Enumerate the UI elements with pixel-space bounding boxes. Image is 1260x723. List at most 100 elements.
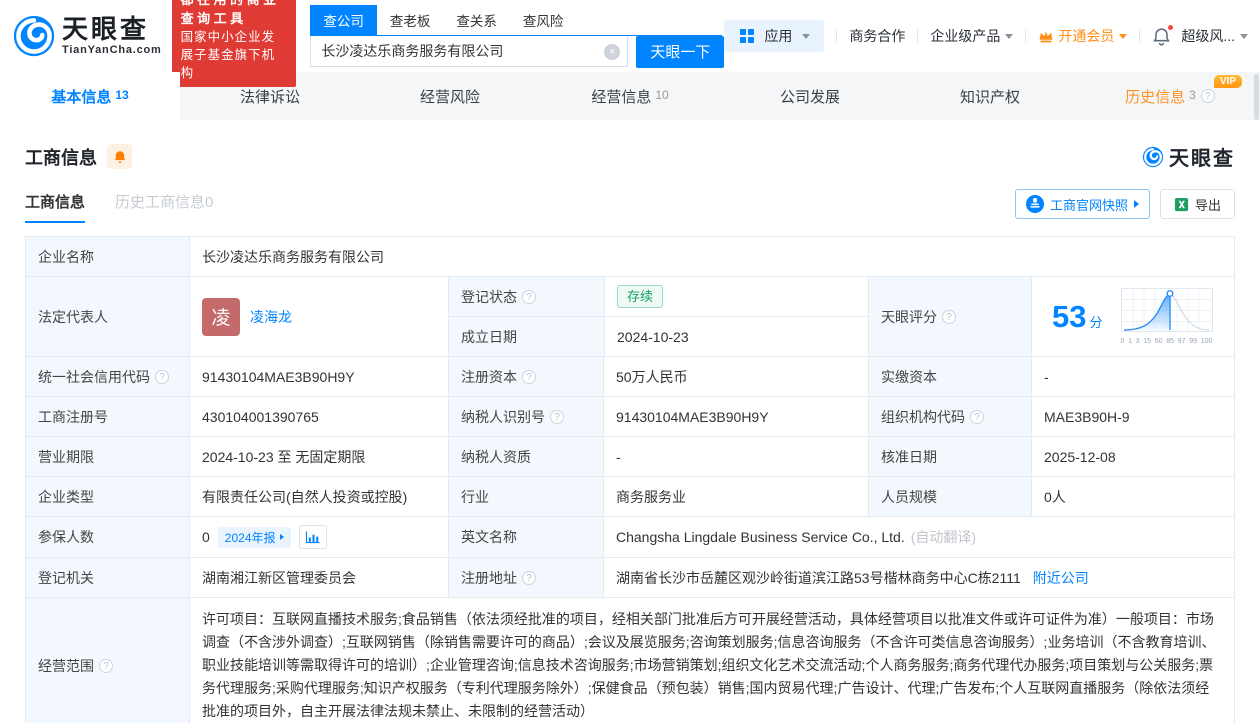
export-button[interactable]: 导出 xyxy=(1159,189,1235,219)
header-nav: 应用 商务合作 企业级产品 开通会员 超级风... xyxy=(724,20,1248,52)
field-label: 实缴资本 xyxy=(868,357,1031,396)
field-label: 参保人数 xyxy=(26,517,189,557)
field-label: 成立日期 xyxy=(449,317,604,356)
field-label: 经营范围 ? xyxy=(26,598,189,723)
tab-history-info[interactable]: VIP 历史信息 3 ? xyxy=(1080,72,1260,120)
apps-grid-icon xyxy=(740,29,755,43)
annual-report-badge[interactable]: 2024年报 xyxy=(217,526,291,548)
company-type-value: 有限责任公司(自然人投资或控股) xyxy=(189,477,448,516)
search-button[interactable]: 天眼一下 xyxy=(636,35,725,68)
divider xyxy=(1139,29,1141,43)
search-tab-relation[interactable]: 查关系 xyxy=(443,5,510,35)
apps-menu[interactable]: 应用 xyxy=(724,20,825,52)
score-distribution-chart: 0 1 3 15 50 85 97 99 100 xyxy=(1120,288,1213,345)
chevron-down-icon xyxy=(802,33,811,39)
approval-date-value: 2025-12-08 xyxy=(1031,437,1234,476)
tianyan-score[interactable]: 53 分 0 1 3 15 50 85 97 99 100 xyxy=(1031,277,1234,356)
help-icon[interactable]: ? xyxy=(522,289,536,304)
tab-legal-proceedings[interactable]: 法律诉讼 xyxy=(180,72,360,120)
help-icon[interactable]: ? xyxy=(942,309,956,324)
table-row: 经营范围 ? 许可项目：互联网直播技术服务;食品销售（依法须经批准的项目，经相关… xyxy=(26,597,1234,723)
company-name-value: 长沙凌达乐商务服务有限公司 xyxy=(189,237,1234,276)
tianyancha-logo-icon xyxy=(13,15,55,57)
help-icon[interactable]: ? xyxy=(155,369,169,384)
insured-count-value: 0 xyxy=(202,529,210,545)
org-code-value: MAE3B90H-9 xyxy=(1031,397,1234,436)
credit-code-value: 91430104MAE3B90H9Y xyxy=(189,357,448,396)
table-row: 营业期限 2024-10-23 至 无固定期限 纳税人资质 - 核准日期 202… xyxy=(26,436,1234,476)
auto-translate-note: (自动翻译) xyxy=(910,529,977,545)
table-row: 企业名称 长沙凌达乐商务服务有限公司 xyxy=(26,237,1234,276)
table-row: 企业类型 有限责任公司(自然人投资或控股) 行业 商务服务业 人员规模 0人 xyxy=(26,476,1234,516)
score-axis-labels: 0 1 3 15 50 85 97 99 100 xyxy=(1120,338,1213,345)
business-info-table: 企业名称 长沙凌达乐商务服务有限公司 法定代表人 凌 凌海龙 登记状态 ? 存续… xyxy=(25,236,1235,723)
help-icon[interactable]: ? xyxy=(522,369,536,384)
notification-bell-icon[interactable] xyxy=(1152,23,1175,46)
nav-super-risk[interactable]: 超级风... xyxy=(1181,26,1248,46)
table-row: 工商注册号 430104001390765 纳税人识别号 ? 91430104M… xyxy=(26,396,1234,436)
slogan-line1: 都在用的商业查询工具 xyxy=(180,0,277,26)
help-icon[interactable]: ? xyxy=(970,409,984,424)
reg-authority-value: 湖南湘江新区管理委员会 xyxy=(189,558,448,597)
official-snapshot-button[interactable]: 工商官网快照 xyxy=(1014,189,1150,219)
section-watermark-logo: 天眼查 xyxy=(1142,142,1235,171)
english-name-value: Changsha Lingdale Business Service Co., … xyxy=(616,529,905,545)
chevron-down-icon xyxy=(1240,33,1248,39)
field-label: 纳税人资质 xyxy=(448,437,603,476)
nav-enterprise[interactable]: 企业级产品 xyxy=(930,26,1014,46)
subtab-history-business-info[interactable]: 历史工商信息0 xyxy=(115,191,213,223)
paid-capital-value: - xyxy=(1031,357,1234,396)
reg-address-value: 湖南省长沙市岳麓区观沙岭街道滨江路53号楷林商务中心C栋2111 xyxy=(616,569,1021,586)
notification-dot xyxy=(1167,23,1175,31)
legal-rep-avatar[interactable]: 凌 xyxy=(202,297,240,336)
chevron-down-icon xyxy=(1119,33,1128,39)
taxpayer-quality-value: - xyxy=(603,437,868,476)
field-label: 登记机关 xyxy=(26,558,189,597)
business-scope-value: 许可项目：互联网直播技术服务;食品销售（依法须经批准的项目，经相关部门批准后方可… xyxy=(189,598,1234,723)
field-label: 营业期限 xyxy=(26,437,189,476)
arrow-right-icon xyxy=(279,534,284,540)
business-term-value: 2024-10-23 至 无固定期限 xyxy=(189,437,448,476)
excel-icon xyxy=(1174,197,1189,211)
brand-logo[interactable]: 天眼查 TianYanCha.com xyxy=(12,14,162,58)
search-tab-boss[interactable]: 查老板 xyxy=(377,5,444,35)
nav-open-membership[interactable]: 开通会员 xyxy=(1038,26,1128,46)
field-label: 工商注册号 xyxy=(26,397,189,436)
help-icon[interactable]: ? xyxy=(99,658,113,673)
table-row: 参保人数 0 2024年报 英文名称 Changsha Lingdale Bus… xyxy=(26,516,1234,557)
field-label: 行业 xyxy=(448,477,603,516)
status-badge: 存续 xyxy=(617,285,664,308)
field-label: 纳税人识别号 ? xyxy=(448,397,603,436)
brand-domain: TianYanCha.com xyxy=(62,44,162,56)
field-label: 英文名称 xyxy=(448,517,603,557)
content: 工商信息 天眼查 工商信息 历史工商信息0 工商官网快照 导出 企业名称 长沙凌… xyxy=(0,120,1260,723)
search-tab-company[interactable]: 查公司 xyxy=(310,4,377,35)
tab-basic-info[interactable]: 基本信息 13 xyxy=(0,72,180,120)
help-icon[interactable]: ? xyxy=(522,570,536,585)
nearby-companies-link[interactable]: 附近公司 xyxy=(1033,568,1089,588)
table-row: 法定代表人 凌 凌海龙 登记状态 ? 存续 成立日期 2024-10-23 天眼… xyxy=(26,276,1234,356)
field-label: 注册资本 ? xyxy=(448,357,603,396)
stamp-icon xyxy=(1025,195,1044,213)
tab-intellectual-property[interactable]: 知识产权 xyxy=(900,72,1080,120)
search-tab-risk[interactable]: 查风险 xyxy=(510,5,577,35)
nav-cooperation[interactable]: 商务合作 xyxy=(849,26,905,46)
chevron-down-icon xyxy=(1005,33,1014,39)
scrollbar-thumb[interactable] xyxy=(1254,74,1259,120)
section-title: 工商信息 xyxy=(25,147,97,168)
subtab-business-info[interactable]: 工商信息 xyxy=(25,191,86,223)
trend-chart-icon[interactable] xyxy=(298,525,327,549)
subscribe-bell-icon[interactable] xyxy=(107,144,132,169)
help-icon[interactable]: ? xyxy=(1200,89,1215,103)
divider xyxy=(836,29,838,43)
field-label: 核准日期 xyxy=(868,437,1031,476)
field-label: 登记状态 ? xyxy=(449,277,604,316)
help-icon[interactable]: ? xyxy=(550,409,564,424)
tab-operating-risk[interactable]: 经营风险 xyxy=(360,72,540,120)
field-label: 统一社会信用代码 ? xyxy=(26,357,189,396)
search-input[interactable] xyxy=(310,36,629,67)
tab-company-development[interactable]: 公司发展 xyxy=(720,72,900,120)
legal-rep-link[interactable]: 凌海龙 xyxy=(250,307,292,327)
tab-operating-info[interactable]: 经营信息 10 xyxy=(540,72,720,120)
field-label: 人员规模 xyxy=(868,477,1031,516)
